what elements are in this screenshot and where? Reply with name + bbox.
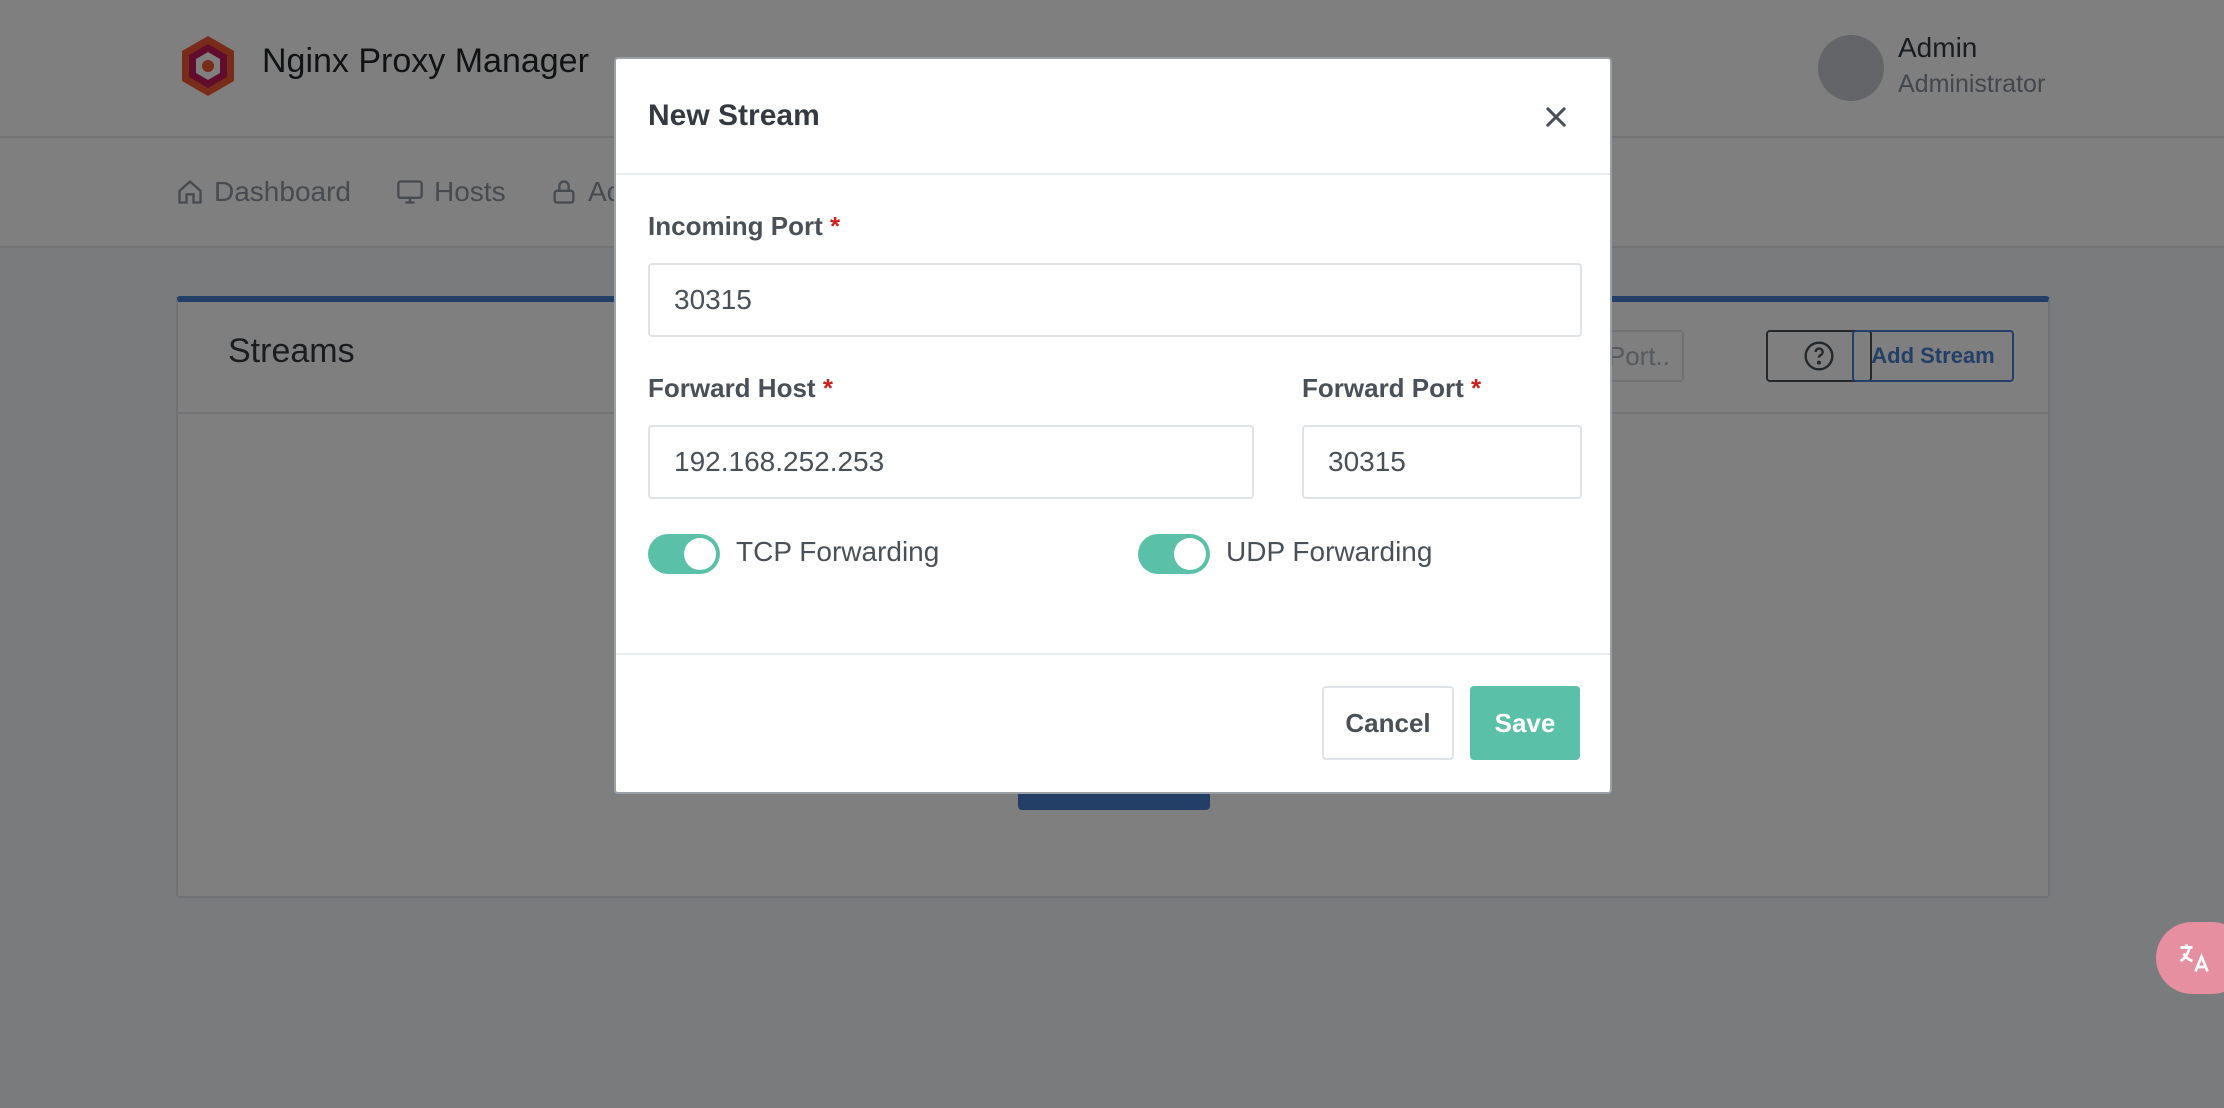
udp-forwarding-toggle[interactable]	[1138, 534, 1210, 574]
required-mark: *	[822, 373, 833, 403]
save-button[interactable]: Save	[1470, 686, 1580, 760]
tcp-forwarding-label: TCP Forwarding	[736, 536, 940, 567]
modal-title: New Stream	[648, 99, 820, 132]
forward-host-input[interactable]	[648, 425, 1254, 499]
udp-forwarding-label: UDP Forwarding	[1226, 536, 1433, 567]
incoming-port-input[interactable]	[648, 263, 1582, 337]
required-mark: *	[1471, 373, 1482, 403]
cancel-button[interactable]: Cancel	[1322, 686, 1454, 760]
required-mark: *	[830, 211, 841, 241]
modal-footer-divider	[616, 653, 1610, 655]
translate-button[interactable]	[2156, 922, 2224, 994]
forward-port-input[interactable]	[1302, 425, 1582, 499]
translate-icon	[2179, 944, 2209, 973]
forward-port-label: Forward Port *	[1302, 373, 1482, 403]
tcp-forwarding-toggle[interactable]	[648, 534, 720, 574]
toggle-knob	[684, 538, 716, 570]
forward-host-label: Forward Host *	[648, 373, 833, 403]
toggle-knob	[1174, 538, 1206, 570]
incoming-port-label: Incoming Port *	[648, 211, 841, 241]
close-button[interactable]	[1538, 99, 1574, 135]
modal-header: New Stream	[616, 59, 1610, 175]
close-icon	[1546, 107, 1566, 127]
new-stream-modal: New Stream Incoming Port * Forward Host …	[614, 57, 1612, 794]
